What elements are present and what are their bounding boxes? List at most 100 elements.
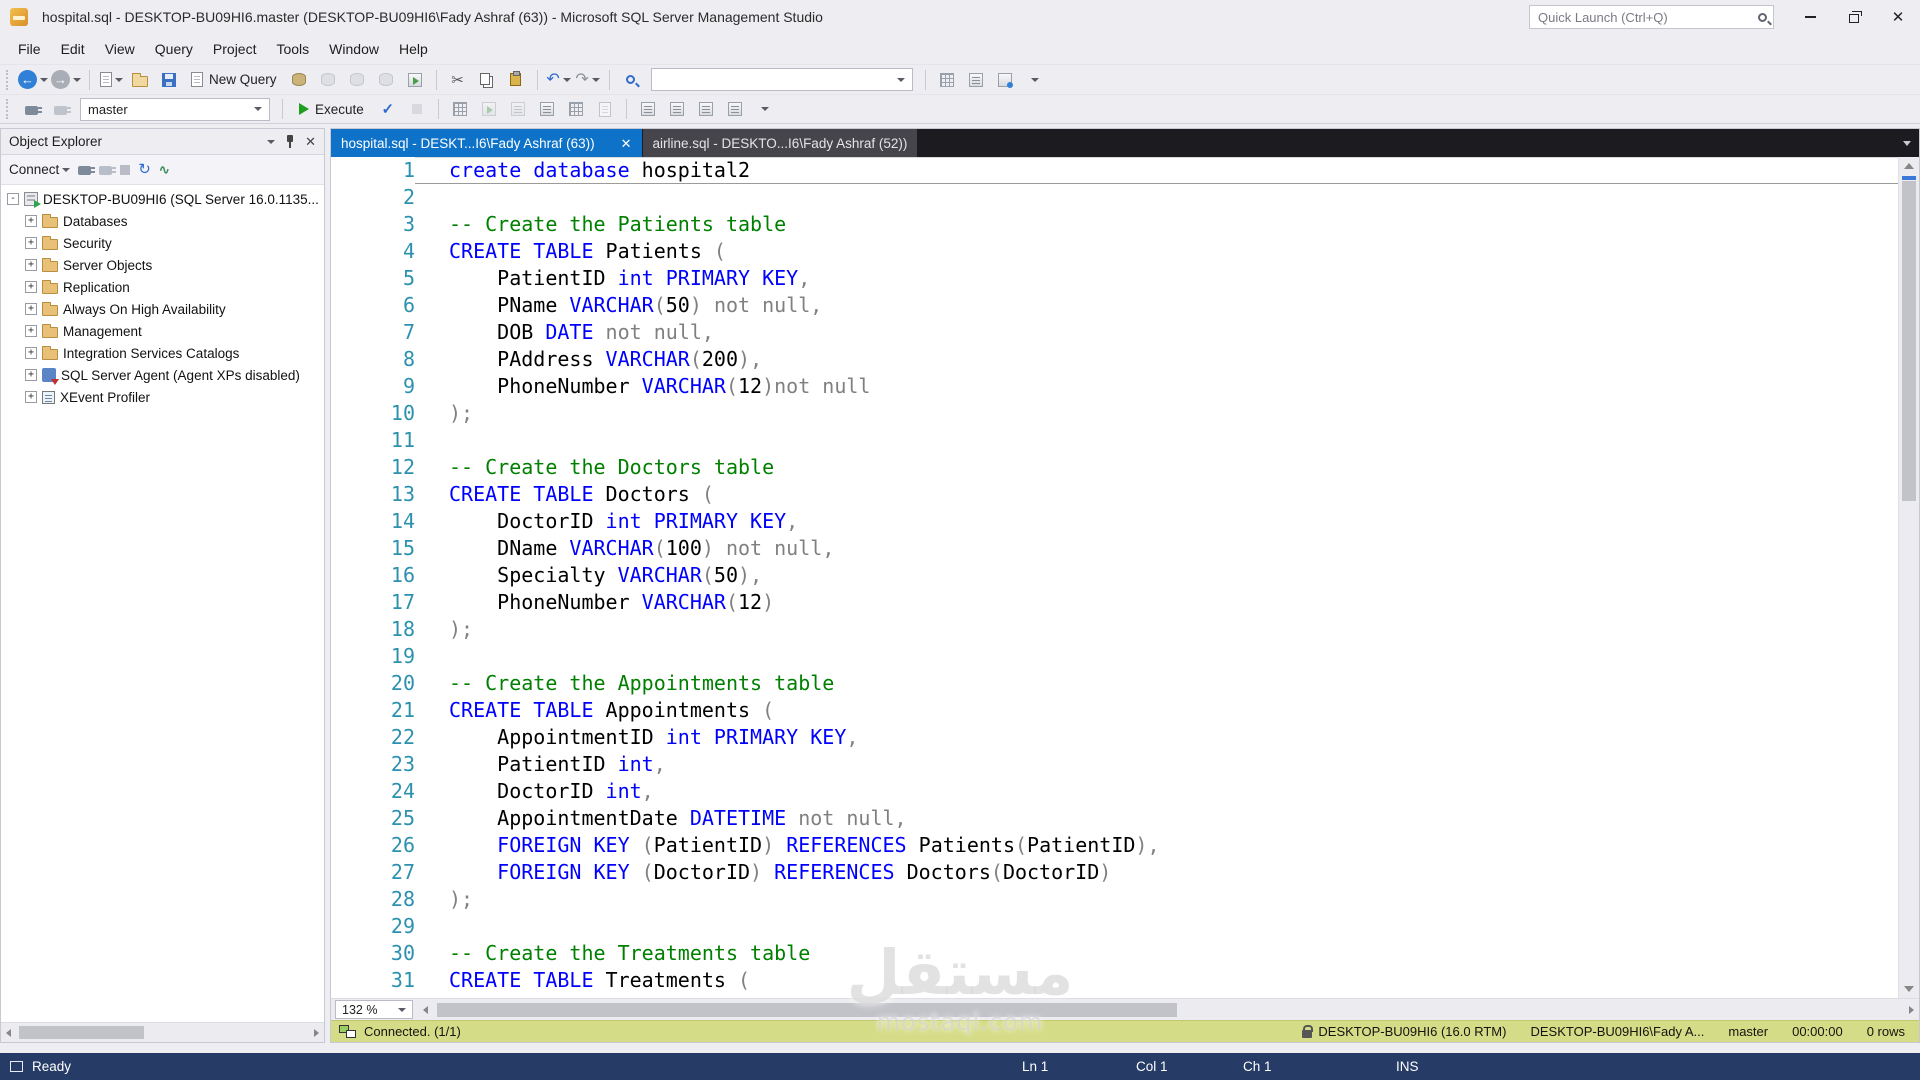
code-line[interactable]: 16 Specialty VARCHAR(50), xyxy=(331,562,1898,589)
results-to-file-button[interactable] xyxy=(592,97,618,121)
code-line[interactable]: 7 DOB DATE not null, xyxy=(331,319,1898,346)
tree-item-security[interactable]: +Security xyxy=(1,232,324,254)
cancel-query-button[interactable] xyxy=(404,97,430,121)
code-line[interactable]: 12-- Create the Doctors table xyxy=(331,454,1898,481)
menu-view[interactable]: View xyxy=(95,34,145,64)
quick-launch-box[interactable] xyxy=(1529,5,1774,29)
code-text[interactable]: PhoneNumber VARCHAR(12)not null xyxy=(415,373,1898,400)
client-statistics-button[interactable] xyxy=(505,97,531,121)
code-line[interactable]: 11 xyxy=(331,427,1898,454)
scroll-left-icon[interactable] xyxy=(423,1006,428,1014)
code-text[interactable]: PAddress VARCHAR(200), xyxy=(415,346,1898,373)
code-text[interactable]: FOREIGN KEY (PatientID) REFERENCES Patie… xyxy=(415,832,1898,859)
quick-launch-input[interactable] xyxy=(1536,9,1758,26)
code-line[interactable]: 22 AppointmentID int PRIMARY KEY, xyxy=(331,724,1898,751)
status-line[interactable]: Ln 1 xyxy=(1022,1059,1048,1074)
new-file-button[interactable] xyxy=(98,68,124,92)
code-text[interactable]: ); xyxy=(415,400,1898,427)
code-line[interactable]: 23 PatientID int, xyxy=(331,751,1898,778)
navigate-forward-button[interactable]: → xyxy=(51,68,81,92)
code-line[interactable]: 26 FOREIGN KEY (PatientID) REFERENCES Pa… xyxy=(331,832,1898,859)
code-line[interactable]: 1create database hospital2 xyxy=(331,157,1898,184)
minimize-button[interactable] xyxy=(1788,0,1832,34)
menu-help[interactable]: Help xyxy=(389,34,438,64)
code-text[interactable] xyxy=(415,184,1898,211)
comment-selection-button[interactable] xyxy=(635,97,661,121)
pin-icon[interactable] xyxy=(285,135,295,148)
editor-vscrollbar[interactable] xyxy=(1898,157,1919,998)
code-text[interactable]: ); xyxy=(415,616,1898,643)
menu-project[interactable]: Project xyxy=(203,34,267,64)
scroll-right-icon[interactable] xyxy=(1909,1006,1914,1014)
scroll-right-icon[interactable] xyxy=(314,1029,319,1037)
code-text[interactable]: CREATE TABLE Appointments ( xyxy=(415,697,1898,724)
code-line[interactable]: 31CREATE TABLE Treatments ( xyxy=(331,967,1898,994)
code-line[interactable]: 4CREATE TABLE Patients ( xyxy=(331,238,1898,265)
tree-item-always-on-high-availability[interactable]: +Always On High Availability xyxy=(1,298,324,320)
code-line[interactable]: 6 PName VARCHAR(50) not null, xyxy=(331,292,1898,319)
decrease-indent-button[interactable] xyxy=(693,97,719,121)
code-text[interactable]: -- Create the Treatments table xyxy=(415,940,1898,967)
live-query-stats-button[interactable] xyxy=(476,97,502,121)
collapse-icon[interactable]: - xyxy=(7,193,19,205)
status-column[interactable]: Col 1 xyxy=(1136,1059,1168,1074)
expand-icon[interactable]: + xyxy=(25,281,37,293)
code-editor[interactable]: 1create database hospital223-- Create th… xyxy=(331,157,1919,998)
close-icon[interactable]: ✕ xyxy=(305,135,316,148)
code-line[interactable]: 8 PAddress VARCHAR(200), xyxy=(331,346,1898,373)
zoom-selector[interactable]: 132 % xyxy=(335,1000,413,1019)
scrollbar-thumb[interactable] xyxy=(1902,181,1916,501)
tree-item-databases[interactable]: +Databases xyxy=(1,210,324,232)
properties-window-button[interactable] xyxy=(963,68,989,92)
expand-icon[interactable]: + xyxy=(25,237,37,249)
undo-button[interactable]: ↶ xyxy=(546,68,572,92)
expand-icon[interactable]: + xyxy=(25,347,37,359)
refresh-icon[interactable]: ↻ xyxy=(138,162,151,177)
tree-item-sql-server-agent-agent-xps-disabled[interactable]: +SQL Server Agent (Agent XPs disabled) xyxy=(1,364,324,386)
results-to-grid-button[interactable] xyxy=(563,97,589,121)
code-text[interactable]: ); xyxy=(415,886,1898,913)
navigate-back-button[interactable]: ← xyxy=(18,68,48,92)
expand-icon[interactable]: + xyxy=(25,303,37,315)
expand-icon[interactable]: + xyxy=(25,259,37,271)
code-text[interactable] xyxy=(415,643,1898,670)
uncomment-selection-button[interactable] xyxy=(664,97,690,121)
code-text[interactable]: AppointmentID int PRIMARY KEY, xyxy=(415,724,1898,751)
editor-hscrollbar[interactable]: 132 % xyxy=(331,998,1919,1020)
code-text[interactable] xyxy=(415,427,1898,454)
tree-item-server[interactable]: -DESKTOP-BU09HI6 (SQL Server 16.0.1135..… xyxy=(1,188,324,210)
document-tab[interactable]: airline.sql - DESKTO...I6\Fady Ashraf (5… xyxy=(643,129,918,157)
code-line[interactable]: 17 PhoneNumber VARCHAR(12) xyxy=(331,589,1898,616)
activity-monitor-button[interactable] xyxy=(402,68,428,92)
results-to-text-button[interactable] xyxy=(534,97,560,121)
toolbar-grip[interactable] xyxy=(6,99,11,119)
code-text[interactable]: FOREIGN KEY (DoctorID) REFERENCES Doctor… xyxy=(415,859,1898,886)
object-explorer-header[interactable]: Object Explorer ✕ xyxy=(1,129,324,155)
code-text[interactable]: PhoneNumber VARCHAR(12) xyxy=(415,589,1898,616)
code-text[interactable]: -- Create the Patients table xyxy=(415,211,1898,238)
restore-button[interactable] xyxy=(1832,0,1876,34)
copy-button[interactable] xyxy=(474,68,500,92)
connect-button[interactable]: Connect xyxy=(9,162,70,177)
code-line[interactable]: 2 xyxy=(331,184,1898,211)
code-line[interactable]: 28); xyxy=(331,886,1898,913)
pin-icon[interactable] xyxy=(603,137,613,150)
tree-item-integration-services-catalogs[interactable]: +Integration Services Catalogs xyxy=(1,342,324,364)
object-explorer-toggle-button[interactable] xyxy=(992,68,1018,92)
new-query-button[interactable]: New Query xyxy=(185,68,283,92)
scrollbar-thumb[interactable] xyxy=(19,1026,144,1039)
expand-icon[interactable]: + xyxy=(25,369,37,381)
object-explorer-hscrollbar[interactable] xyxy=(1,1022,324,1042)
code-surface[interactable]: 1create database hospital223-- Create th… xyxy=(331,157,1898,998)
status-insert-mode[interactable]: INS xyxy=(1396,1059,1419,1074)
save-button[interactable] xyxy=(156,68,182,92)
code-text[interactable]: CREATE TABLE Treatments ( xyxy=(415,967,1898,994)
code-line[interactable]: 13CREATE TABLE Doctors ( xyxy=(331,481,1898,508)
scroll-down-icon[interactable] xyxy=(1904,986,1914,992)
code-line[interactable]: 10); xyxy=(331,400,1898,427)
expand-icon[interactable]: + xyxy=(25,325,37,337)
code-line[interactable]: 24 DoctorID int, xyxy=(331,778,1898,805)
available-databases-combo[interactable]: master xyxy=(80,98,270,121)
connect-server-icon[interactable] xyxy=(78,166,91,175)
document-tab[interactable]: hospital.sql - DESKT...I6\Fady Ashraf (6… xyxy=(331,129,642,157)
